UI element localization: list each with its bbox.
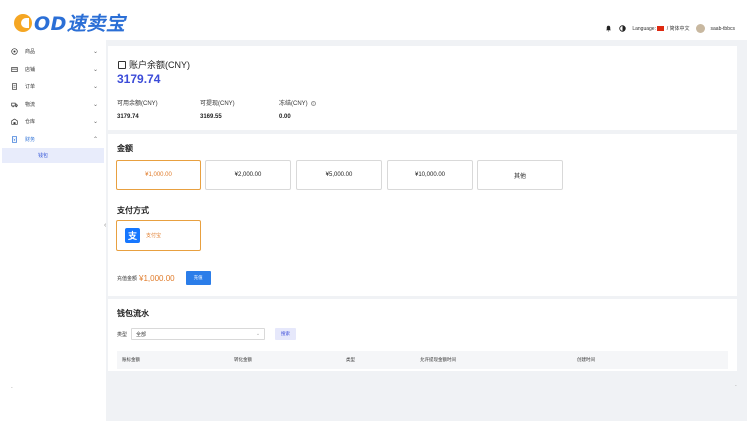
sidebar-item-label: 财务 (25, 136, 36, 143)
flow-table-header: 账标金额 转化金额 类型 允许提现金额时间 创建时间 (117, 351, 728, 369)
recharge-card: 金额 ¥1,000.00 ¥2,000.00 ¥5,000.00 ¥10,000… (108, 134, 737, 296)
stat-label: 可用余额(CNY) (117, 101, 158, 107)
warehouse-icon (11, 118, 18, 125)
app-logo[interactable]: OD速卖宝 (14, 9, 125, 36)
balance-title-text: 账户余额(CNY) (129, 60, 190, 70)
sidebar-item-product[interactable]: 商品 ⌄ (0, 43, 106, 61)
bell-icon[interactable] (604, 25, 612, 33)
stat-available: 可用余额(CNY) 3179.74 (117, 98, 158, 120)
filter-row: 类型 全部 ⌄ 搜索 (117, 328, 297, 340)
sidebar-item-logistics[interactable]: 物流 ⌄ (0, 96, 106, 114)
payment-method-label: 支付宝 (146, 233, 162, 239)
amount-option-10000[interactable]: ¥10,000.00 (387, 160, 473, 190)
sidebar-subitem-wallet[interactable]: 钱包 (2, 148, 104, 163)
amount-section-title: 金额 (117, 144, 133, 153)
chevron-down-icon: ⌄ (92, 119, 98, 126)
avatar[interactable] (695, 24, 705, 33)
payment-section-title: 支付方式 (117, 206, 149, 215)
chevron-down-icon: ⌄ (255, 331, 261, 337)
help-icon[interactable]: ? (310, 101, 316, 106)
wallet-icon (118, 60, 126, 69)
china-flag-icon (657, 26, 665, 32)
amount-option-other[interactable]: 其他 (477, 160, 563, 190)
sidebar-item-label: 物流 (25, 101, 36, 108)
type-select-value: 全部 (136, 331, 147, 338)
chevron-down-icon: ⌄ (92, 101, 98, 108)
sidebar-item-label: 商品 (25, 49, 36, 56)
payment-method-alipay[interactable]: 支 支付宝 (116, 220, 201, 251)
truck-icon (11, 102, 18, 107)
stat-label: 冻结(CNY) (279, 101, 308, 107)
top-right-tools: Language: / 简体中文 saab-tbbcs (604, 24, 735, 33)
stat-value: 0.00 (279, 114, 291, 120)
chevron-up-icon: ⌃ (92, 136, 98, 143)
svg-text:¥: ¥ (14, 137, 16, 141)
sidebar-item-warehouse[interactable]: 仓库 ⌄ (0, 113, 106, 131)
wallet-flow-card: 钱包流水 类型 全部 ⌄ 搜索 账标金额 转化金额 类型 允许提现金额时间 创建… (108, 299, 737, 371)
type-select[interactable]: 全部 ⌄ (131, 328, 266, 340)
charge-label: 充值金额 (117, 275, 138, 282)
sidebar-item-label: 订单 (25, 84, 36, 91)
sidebar-item-label: 店铺 (25, 66, 36, 73)
amount-option-1000[interactable]: ¥1,000.00 (116, 160, 201, 190)
sidebar: 商品 ⌄ 店铺 ⌄ 订单 ⌄ 物流 ⌄ 仓库 ⌄ ¥ 财务 ⌃ 钱包 (0, 40, 106, 421)
chevron-down-icon: ⌄ (92, 84, 98, 91)
column-header[interactable]: 允许提现金额时间 (420, 357, 456, 363)
product-icon (11, 48, 18, 55)
search-button[interactable]: 搜索 (275, 328, 297, 340)
sidebar-item-order[interactable]: 订单 ⌄ (0, 78, 106, 96)
order-icon (12, 83, 17, 90)
chevron-down-icon: ⌄ (92, 66, 98, 73)
language-label: Language: (632, 26, 656, 32)
language-value: / 简体中文 (666, 26, 690, 32)
column-header[interactable]: 转化金额 (234, 357, 252, 363)
collapse-sidebar-icon[interactable]: ‹ (104, 222, 106, 229)
username[interactable]: saab-tbbcs (711, 26, 735, 32)
scroll-marker-left: - (11, 385, 13, 391)
stat-label: 可提现(CNY) (200, 101, 235, 107)
charge-row: 充值金额 ¥1,000.00 充值 (117, 271, 211, 285)
stat-value: 3169.55 (200, 114, 222, 120)
logo-mark-icon (14, 13, 32, 32)
sidebar-item-finance[interactable]: ¥ 财务 ⌃ (0, 131, 106, 149)
stat-frozen: 冻结(CNY)? 0.00 (279, 98, 316, 120)
column-header[interactable]: 账标金额 (122, 357, 140, 363)
store-icon (11, 66, 18, 72)
column-header[interactable]: 创建时间 (577, 357, 595, 363)
balance-title: 账户余额(CNY) (118, 58, 190, 71)
scroll-marker-right: - (735, 383, 737, 389)
wallet-flow-title: 钱包流水 (117, 309, 149, 318)
balance-card: 账户余额(CNY) 3179.74 可用余额(CNY) 3179.74 可提现(… (108, 46, 737, 130)
finance-icon: ¥ (12, 135, 17, 143)
type-filter-label: 类型 (117, 331, 128, 338)
sidebar-item-label: 仓库 (25, 119, 36, 126)
stat-value: 3179.74 (117, 114, 139, 120)
chevron-down-icon: ⌄ (92, 49, 98, 56)
sidebar-item-store[interactable]: 店铺 ⌄ (0, 61, 106, 79)
balance-amount: 3179.74 (117, 72, 161, 86)
logo-text: OD速卖宝 (34, 13, 126, 35)
language-selector[interactable]: Language: / 简体中文 (632, 25, 689, 32)
alipay-icon: 支 (125, 228, 140, 243)
amount-option-2000[interactable]: ¥2,000.00 (205, 160, 291, 190)
recharge-button[interactable]: 充值 (185, 271, 211, 285)
top-bar: OD速卖宝 Language: / 简体中文 saab-tbbcs (0, 0, 747, 40)
column-header[interactable]: 类型 (346, 357, 355, 363)
stat-withdrawable: 可提现(CNY) 3169.55 (200, 98, 235, 120)
amount-option-5000[interactable]: ¥5,000.00 (296, 160, 382, 190)
charge-amount: ¥1,000.00 (139, 273, 175, 283)
theme-toggle-icon[interactable] (618, 25, 626, 33)
